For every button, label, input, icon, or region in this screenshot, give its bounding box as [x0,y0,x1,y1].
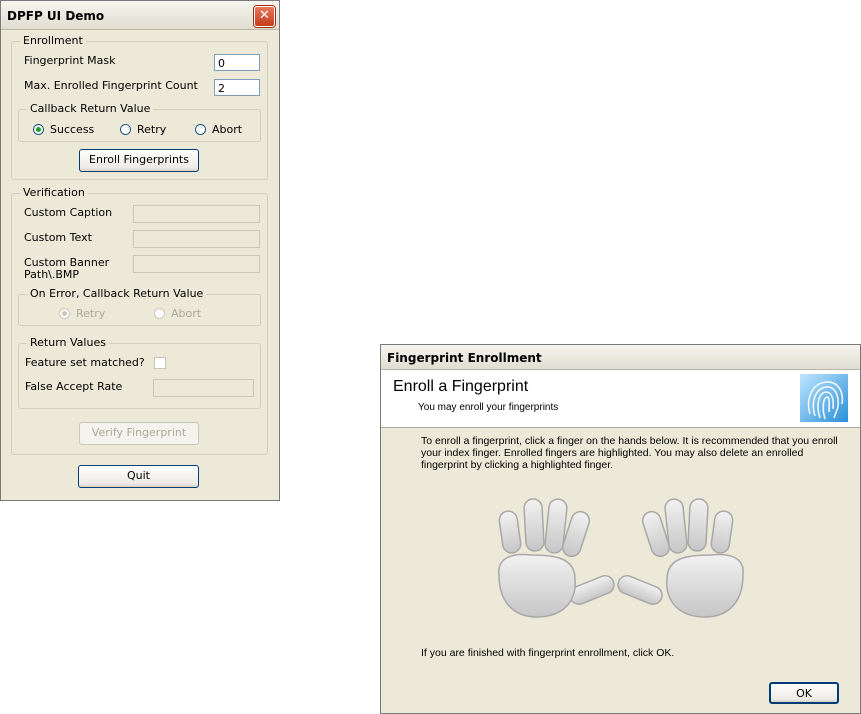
fingerprint-mask-label: Fingerprint Mask [24,54,116,67]
left-ring-finger[interactable] [523,498,545,552]
enrollment-group: Enrollment Fingerprint Mask 0 Max. Enrol… [11,34,268,180]
verification-legend: Verification [20,186,88,199]
right-palm [666,553,744,618]
dpfp-ui-demo-window: DPFP UI Demo ✕ Enrollment Fingerprint Ma… [0,0,280,501]
max-enrolled-count-label: Max. Enrolled Fingerprint Count [24,79,198,92]
radio-error-abort[interactable] [154,308,165,319]
left-palm [498,553,576,618]
title-bar[interactable]: DPFP UI Demo ✕ [1,1,279,30]
return-values-group: Return Values Feature set matched? False… [18,336,261,409]
false-accept-rate-label: False Accept Rate [25,380,123,393]
on-error-legend: On Error, Callback Return Value [27,287,207,300]
return-values-legend: Return Values [27,336,109,349]
right-thumb[interactable] [615,573,664,607]
enroll-title-bar[interactable]: Fingerprint Enrollment [381,345,860,370]
radio-success-label: Success [50,123,95,136]
radio-error-abort-label: Abort [171,307,202,320]
radio-error-retry[interactable] [59,308,70,319]
enroll-instructions: To enroll a fingerprint, click a finger … [421,435,838,471]
fingerprint-mask-input[interactable]: 0 [214,54,260,71]
window-title: DPFP UI Demo [7,9,105,23]
fingerprint-icon [800,374,848,422]
radio-abort-label: Abort [212,123,243,136]
custom-banner-label-path: Path\.BMP [24,268,80,281]
enroll-window-title: Fingerprint Enrollment [387,351,542,365]
custom-caption-label: Custom Caption [24,206,113,219]
enroll-finish-text: If you are finished with fingerprint enr… [421,647,675,659]
radio-abort[interactable] [195,124,206,135]
right-pinky-finger[interactable] [710,510,734,554]
max-enrolled-count-input[interactable]: 2 [214,79,260,96]
enrollment-legend: Enrollment [20,34,86,47]
custom-text-label: Custom Text [24,231,92,244]
on-error-callback-group: On Error, Callback Return Value Retry Ab… [18,287,261,326]
callback-return-group: Callback Return Value Success Retry Abor… [18,102,261,142]
right-ring-finger[interactable] [687,498,709,552]
quit-button[interactable]: Quit [78,465,199,488]
radio-retry-label: Retry [137,123,167,136]
verify-fingerprint-button[interactable]: Verify Fingerprint [79,422,199,445]
verification-group: Verification Custom Caption Custom Text … [11,186,268,455]
hands-diagram [498,498,744,618]
ok-button[interactable]: OK [769,682,839,704]
custom-banner-input[interactable] [133,255,260,273]
close-icon: ✕ [259,8,270,23]
false-accept-rate-input[interactable] [153,379,254,397]
callback-return-legend: Callback Return Value [27,102,154,115]
radio-error-retry-label: Retry [76,307,106,320]
enroll-fingerprints-button[interactable]: Enroll Fingerprints [79,149,199,172]
custom-text-input[interactable] [133,230,260,248]
feature-set-matched-checkbox[interactable] [154,357,166,369]
close-button[interactable]: ✕ [254,6,275,27]
enroll-header-subtitle: You may enroll your fingerprints [418,402,559,413]
left-pinky-finger[interactable] [498,510,522,554]
fingerprint-enrollment-window: Fingerprint Enrollment Enroll a Fingerpr… [380,344,861,714]
enroll-header-title: Enroll a Fingerprint [393,378,529,395]
enroll-header: Enroll a Fingerprint You may enroll your… [381,370,860,428]
radio-retry[interactable] [120,124,131,135]
custom-caption-input[interactable] [133,205,260,223]
radio-success[interactable] [33,124,44,135]
feature-set-matched-label: Feature set matched? [25,356,145,369]
